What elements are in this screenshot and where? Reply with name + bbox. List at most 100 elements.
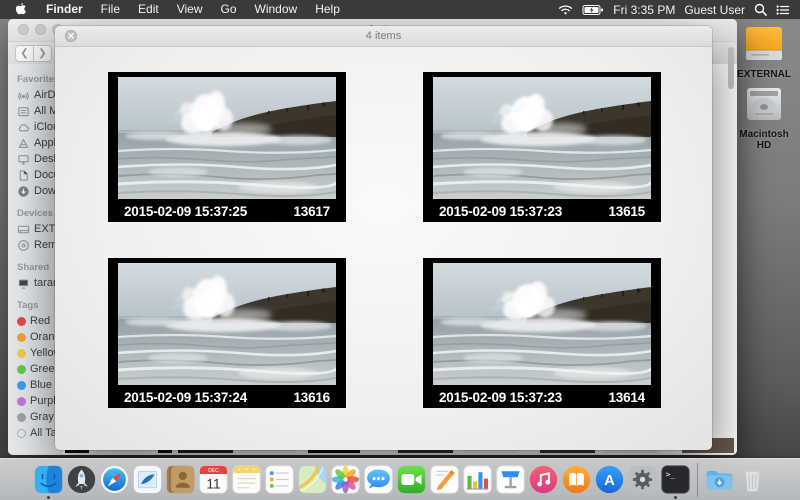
menu-item-help[interactable]: Help: [306, 0, 349, 19]
all-my-files-icon: [17, 105, 30, 118]
svg-text:11: 11: [206, 477, 220, 492]
wave-photo-image: [118, 77, 336, 199]
downloads-icon: [17, 185, 30, 198]
sidebar-item-tarangini[interactable]: tarangini: [8, 275, 62, 291]
dock-trash[interactable]: [736, 459, 769, 500]
contacts-icon: [165, 464, 196, 495]
wifi-icon[interactable]: [558, 4, 573, 16]
back-button[interactable]: ❮: [15, 45, 34, 62]
spotlight-icon[interactable]: [754, 3, 767, 16]
notification-center-icon[interactable]: [776, 4, 790, 16]
tag-color-dot: [17, 397, 26, 406]
battery-charging-icon[interactable]: [582, 4, 604, 16]
apple-menu[interactable]: [0, 2, 37, 17]
scrollbar-thumb[interactable]: [728, 47, 734, 89]
sidebar-item-yellow[interactable]: Yellow: [8, 345, 62, 361]
menu-item-edit[interactable]: Edit: [129, 0, 168, 19]
tag-color-dot: [17, 333, 26, 342]
photo-thumbnail-13614[interactable]: 2015-02-09 15:37:23 13614: [423, 258, 661, 408]
tag-color-dot: [17, 381, 26, 390]
dock-finder[interactable]: [32, 459, 65, 500]
photo-thumbnail-13615[interactable]: 2015-02-09 15:37:23 13615: [423, 72, 661, 222]
dock-pages[interactable]: [428, 459, 461, 500]
desktop-icon: [17, 153, 30, 166]
sidebar-item-remote-disc[interactable]: Remote Disc: [8, 237, 62, 253]
system-preferences-icon: [627, 464, 658, 495]
sidebar-section-label: Favorites: [8, 70, 62, 87]
desktop-icon-label: Macintosh HD: [731, 129, 797, 151]
maps-icon: [297, 464, 328, 495]
dock-photos[interactable]: [329, 459, 362, 500]
desktop-icon-label: EXTERNAL: [731, 69, 797, 80]
sidebar-item-all-tags[interactable]: All Tags: [8, 425, 62, 441]
desktop-icon-macintosh-hd[interactable]: Macintosh HD: [731, 86, 797, 151]
sidebar-item-applications[interactable]: Applications: [8, 135, 62, 151]
photo-timestamp: 2015-02-09 15:37:24: [124, 390, 247, 405]
sidebar-item-documents[interactable]: Documents: [8, 167, 62, 183]
dock-mail[interactable]: [131, 459, 164, 500]
sidebar-item-label: Blue: [30, 379, 52, 391]
dock-notes[interactable]: [230, 459, 263, 500]
menu-item-finder[interactable]: Finder: [37, 0, 92, 19]
menu-item-window[interactable]: Window: [246, 0, 307, 19]
dock-calendar[interactable]: DEC 11: [197, 459, 230, 500]
dock-keynote[interactable]: [494, 459, 527, 500]
dock-reminders[interactable]: [263, 459, 296, 500]
dock-system-preferences[interactable]: [626, 459, 659, 500]
sidebar-item-all-my-files[interactable]: All My Files: [8, 103, 62, 119]
dock-facetime[interactable]: [395, 459, 428, 500]
sidebar-item-external[interactable]: EXTERNAL: [8, 221, 62, 237]
sidebar-item-airdrop[interactable]: AirDrop: [8, 87, 62, 103]
menu-item-view[interactable]: View: [168, 0, 212, 19]
tag-color-dot: [17, 365, 26, 374]
sidebar-item-orange[interactable]: Orange: [8, 329, 62, 345]
dock: DEC 11 A >_: [0, 458, 800, 500]
photo-thumbnail-13617[interactable]: 2015-02-09 15:37:25 13617: [108, 72, 346, 222]
svg-text:DEC: DEC: [208, 468, 219, 474]
quicklook-titlebar[interactable]: ✕ 4 items: [55, 26, 712, 47]
dock-itunes[interactable]: [527, 459, 560, 500]
dock-terminal[interactable]: >_: [659, 459, 692, 500]
trash-icon: [737, 464, 768, 495]
sidebar-item-desktop[interactable]: Desktop: [8, 151, 62, 167]
dock-maps[interactable]: [296, 459, 329, 500]
sidebar-item-blue[interactable]: Blue: [8, 377, 62, 393]
dock-numbers[interactable]: [461, 459, 494, 500]
quicklook-window: 2015-02-09 15:37:25 13617 2015-02-09 15: [55, 26, 712, 450]
dock-downloads-folder[interactable]: [703, 459, 736, 500]
icloud-icon: [17, 121, 30, 134]
notes-icon: [231, 464, 262, 495]
menu-clock[interactable]: Fri 3:35 PM: [613, 3, 675, 17]
mail-icon: [132, 464, 163, 495]
menu-item-go[interactable]: Go: [212, 0, 246, 19]
safari-icon: [99, 464, 130, 495]
pages-icon: [429, 464, 460, 495]
desktop-icon-external[interactable]: EXTERNAL: [731, 26, 797, 80]
dock-separator: [697, 463, 698, 497]
dock-messages[interactable]: [362, 459, 395, 500]
wave-photo-image: [433, 77, 651, 199]
dock-app-store[interactable]: A: [593, 459, 626, 500]
sidebar-item-purple[interactable]: Purple: [8, 393, 62, 409]
tag-color-dot: [17, 349, 26, 358]
dock-launchpad[interactable]: [65, 459, 98, 500]
remote-disc-icon: [17, 239, 30, 252]
sidebar-item-icloud-drive[interactable]: iCloud Drive: [8, 119, 62, 135]
sidebar-item-gray[interactable]: Gray: [8, 409, 62, 425]
dock-safari[interactable]: [98, 459, 131, 500]
external-icon: [17, 223, 30, 236]
photo-timestamp: 2015-02-09 15:37:23: [439, 204, 562, 219]
menu-item-file[interactable]: File: [92, 0, 129, 19]
dock-contacts[interactable]: [164, 459, 197, 500]
running-indicator: [674, 496, 677, 499]
forward-button[interactable]: ❯: [34, 45, 52, 62]
fast-user-switching[interactable]: Guest User: [684, 3, 745, 17]
sidebar-item-downloads[interactable]: Downloads: [8, 183, 62, 199]
photo-timestamp: 2015-02-09 15:37:25: [124, 204, 247, 219]
dock-ibooks[interactable]: [560, 459, 593, 500]
photo-thumbnail-13616[interactable]: 2015-02-09 15:37:24 13616: [108, 258, 346, 408]
sidebar-item-green[interactable]: Green: [8, 361, 62, 377]
app-store-icon: A: [594, 464, 625, 495]
sidebar-item-red[interactable]: Red: [8, 313, 62, 329]
tag-color-dot: [17, 429, 26, 438]
